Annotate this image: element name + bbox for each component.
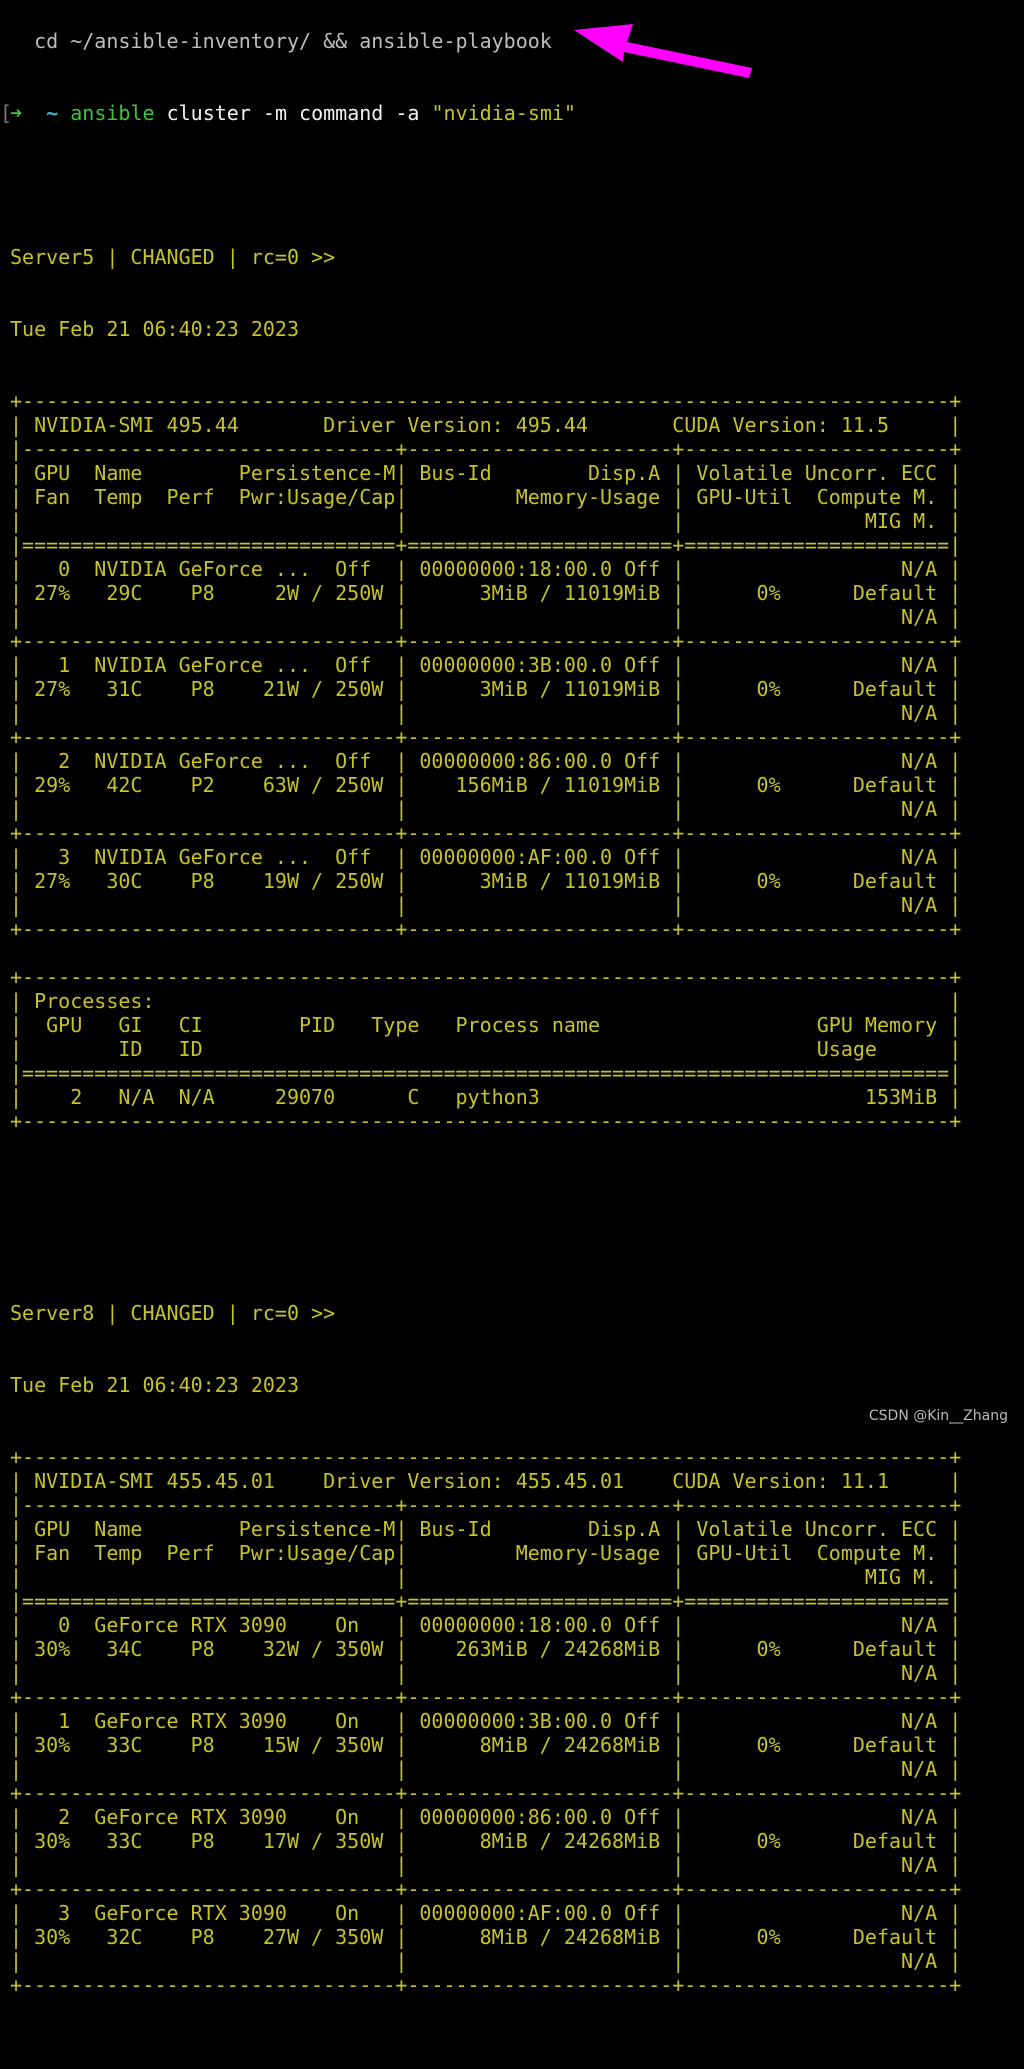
table-row: | 0 GeForce RTX 3090 On | 00000000:18:00…: [10, 1613, 962, 1637]
command-string-argument: "nvidia-smi": [431, 101, 576, 125]
table-row: | 0 NVIDIA GeForce ... Off | 00000000:18…: [10, 557, 962, 581]
table-line: | | | N/A |: [10, 893, 962, 917]
table-line: | | | MIG M. |: [10, 1565, 962, 1589]
table-line: | GPU Name Persistence-M| Bus-Id Disp.A …: [10, 1517, 962, 1541]
server-header: Server5 | CHANGED | rc=0 >>: [10, 245, 336, 269]
table-row: | 3 NVIDIA GeForce ... Off | 00000000:AF…: [10, 845, 962, 869]
prompt-bracket: [: [0, 101, 13, 125]
table-line: | 29% 42C P2 63W / 250W | 156MiB / 11019…: [10, 773, 962, 797]
nvidia-smi-table: +---------------------------------------…: [10, 1445, 961, 1997]
table-border-line: +-------------------------------+-------…: [10, 725, 962, 749]
table-border-line: +-------------------------------+-------…: [10, 629, 962, 653]
table-row: | 2 NVIDIA GeForce ... Off | 00000000:86…: [10, 749, 962, 773]
terminal-output[interactable]: cd ~/ansible-inventory/ && ansible-playb…: [0, 0, 961, 2069]
smi-version-row: | NVIDIA-SMI 495.44 Driver Version: 495.…: [10, 413, 962, 437]
table-line: | 27% 29C P8 2W / 250W | 3MiB / 11019MiB…: [10, 581, 962, 605]
watermark: CSDN @Kin__Zhang: [868, 1408, 1008, 1424]
smi-version-row: | NVIDIA-SMI 455.45.01 Driver Version: 4…: [10, 1469, 962, 1493]
table-line: | 27% 30C P8 19W / 250W | 3MiB / 11019Mi…: [10, 869, 962, 893]
table-border-line: +---------------------------------------…: [10, 1109, 962, 1133]
table-border-line: +---------------------------------------…: [10, 1445, 962, 1469]
table-border-line: +---------------------------------------…: [10, 965, 962, 989]
table-border-line: +-------------------------------+-------…: [10, 1685, 962, 1709]
table-row: | 2 N/A N/A 29070 C python3 153MiB |: [10, 1085, 962, 1109]
table-line: | 30% 33C P8 15W / 350W | 8MiB / 24268Mi…: [10, 1733, 962, 1757]
table-line: | | | N/A |: [10, 1853, 962, 1877]
table-line: | 30% 32C P8 27W / 350W | 8MiB / 24268Mi…: [10, 1925, 962, 1949]
table-line: | GPU Name Persistence-M| Bus-Id Disp.A …: [10, 461, 962, 485]
table-border-line: +-------------------------------+-------…: [10, 821, 962, 845]
previous-output-line: cd ~/ansible-inventory/ && ansible-playb…: [10, 29, 552, 53]
table-line: | | | MIG M. |: [10, 509, 962, 533]
table-line: | ID ID Usage |: [10, 1037, 962, 1061]
server-timestamp: Tue Feb 21 06:40:23 2023: [10, 317, 299, 341]
magenta-arrow-icon: [574, 24, 752, 78]
table-line: | | | N/A |: [10, 605, 962, 629]
table-header-separator: |===============================+=======…: [10, 533, 962, 557]
table-header-separator: |=======================================…: [10, 1061, 962, 1085]
command-executable: ansible: [70, 101, 155, 125]
table-line: | | | N/A |: [10, 1757, 962, 1781]
table-line: | | | N/A |: [10, 1661, 962, 1685]
table-row: | 1 NVIDIA GeForce ... Off | 00000000:3B…: [10, 653, 962, 677]
table-line: | | | N/A |: [10, 1949, 962, 1973]
server-header: Server8 | CHANGED | rc=0 >>: [10, 1301, 336, 1325]
table-row: | 3 GeForce RTX 3090 On | 00000000:AF:00…: [10, 1901, 962, 1925]
server-output-block: Server8 | CHANGED | rc=0 >> Tue Feb 21 0…: [10, 1253, 961, 2045]
command-prompt-line[interactable]: [➜ ~ ansible cluster -m command -a "nvid…: [0, 101, 961, 125]
prompt-cwd: ~: [46, 101, 59, 125]
table-line: | GPU GI CI PID Type Process name GPU Me…: [10, 1013, 962, 1037]
server-output-block: Server5 | CHANGED | rc=0 >> Tue Feb 21 0…: [10, 197, 961, 1181]
table-border-line: +-------------------------------+-------…: [10, 917, 962, 941]
table-row: | 2 GeForce RTX 3090 On | 00000000:86:00…: [10, 1805, 962, 1829]
table-border-line: +---------------------------------------…: [10, 389, 962, 413]
table-border-line: |-------------------------------+-------…: [10, 1493, 962, 1517]
table-line: | Fan Temp Perf Pwr:Usage/Cap| Memory-Us…: [10, 485, 962, 509]
nvidia-smi-table: +---------------------------------------…: [10, 389, 961, 1133]
table-line: | 30% 34C P8 32W / 350W | 263MiB / 24268…: [10, 1637, 962, 1661]
server-timestamp: Tue Feb 21 06:40:23 2023: [10, 1373, 299, 1397]
table-line: | 27% 31C P8 21W / 250W | 3MiB / 11019Mi…: [10, 677, 962, 701]
table-row: | 1 GeForce RTX 3090 On | 00000000:3B:00…: [10, 1709, 962, 1733]
table-border-line: +-------------------------------+-------…: [10, 1877, 962, 1901]
table-border-line: |-------------------------------+-------…: [10, 437, 962, 461]
table-line: | | | N/A |: [10, 797, 962, 821]
table-line: | | | N/A |: [10, 701, 962, 725]
table-line: | Fan Temp Perf Pwr:Usage/Cap| Memory-Us…: [10, 1541, 962, 1565]
command-arguments: cluster -m command -a: [154, 101, 432, 125]
table-line: | 30% 33C P8 17W / 350W | 8MiB / 24268Mi…: [10, 1829, 962, 1853]
table-border-line: +-------------------------------+-------…: [10, 1781, 962, 1805]
arrow-shape: [574, 24, 752, 78]
table-header-separator: |===============================+=======…: [10, 1589, 962, 1613]
processes-title: | Processes: |: [10, 989, 962, 1013]
table-border-line: +-------------------------------+-------…: [10, 1973, 962, 1997]
